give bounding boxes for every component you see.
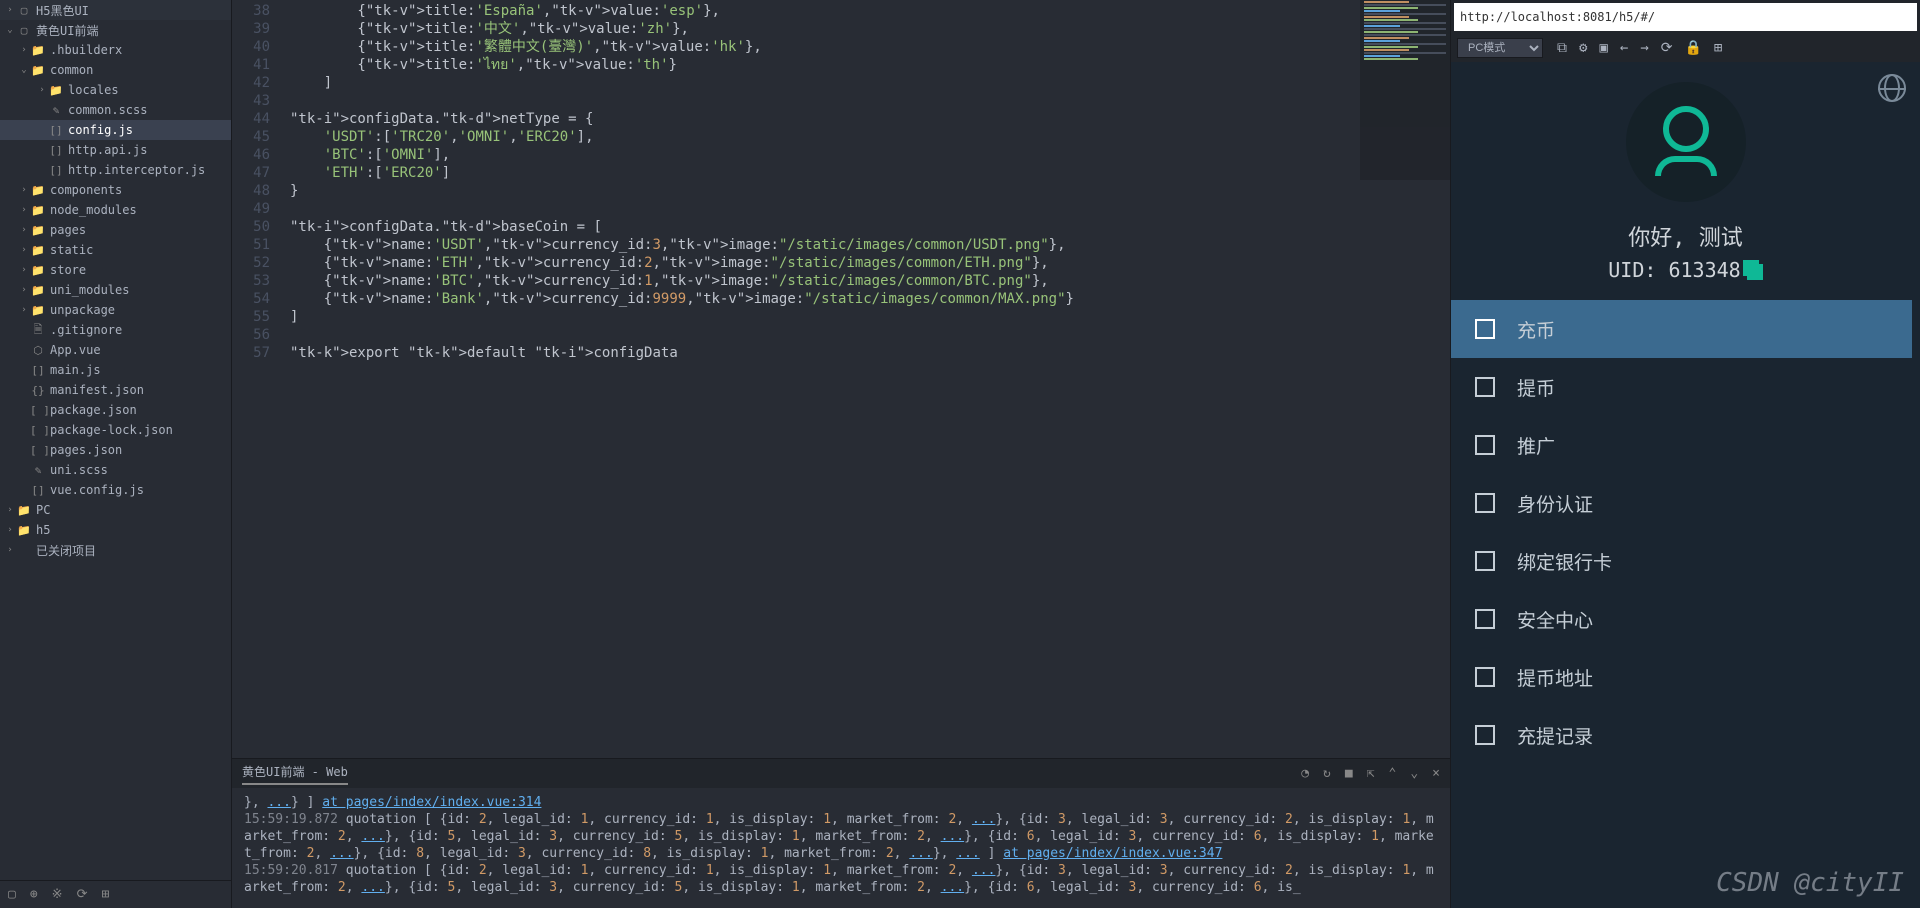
refresh-icon[interactable]: ⟳	[1661, 40, 1673, 56]
tree-item-http-api-js[interactable]: []http.api.js	[0, 140, 231, 160]
menu-item-充提记录[interactable]: 充提记录	[1451, 706, 1912, 764]
console-controls: ◔ ↻ ■ ⇱ ⌃ ⌄ ×	[1301, 766, 1440, 781]
lock-icon[interactable]: 🔒	[1684, 40, 1701, 56]
menu-icon	[1475, 667, 1495, 687]
console-btn-down[interactable]: ⌄	[1410, 766, 1418, 781]
file-explorer: ›▢H5黑色UI⌄▢黄色UI前端›📁.hbuilderx⌄📁common›📁lo…	[0, 0, 232, 908]
globe-icon[interactable]	[1878, 74, 1906, 102]
forward-icon[interactable]: →	[1640, 40, 1648, 56]
menu-item-充币[interactable]: 充币	[1451, 300, 1912, 358]
sidebar-footer: ▢ ⊕ ※ ⟳ ⊞	[0, 880, 231, 908]
menu-icon	[1475, 609, 1495, 629]
minimap[interactable]	[1360, 0, 1450, 180]
console-output[interactable]: }, ...} ] at pages/index/index.vue:31415…	[232, 788, 1450, 908]
tree-item------[interactable]: ›已关闭项目	[0, 540, 231, 560]
tree-item-h5[interactable]: ›📁h5	[0, 520, 231, 540]
tree-item-PC[interactable]: ›📁PC	[0, 500, 231, 520]
watermark: CSDN @cityII	[1716, 868, 1904, 898]
code-editor[interactable]: 3839404142434445464748495051525354555657…	[232, 0, 1450, 758]
console-btn-1[interactable]: ◔	[1301, 766, 1309, 781]
menu-icon	[1475, 377, 1495, 397]
tree-item-static[interactable]: ›📁static	[0, 240, 231, 260]
tree-item-pages-json[interactable]: [ ]pages.json	[0, 440, 231, 460]
tree-item-package-lock-json[interactable]: [ ]package-lock.json	[0, 420, 231, 440]
console-btn-2[interactable]: ↻	[1323, 766, 1331, 781]
console-btn-stop[interactable]: ■	[1345, 766, 1353, 781]
qr-icon[interactable]: ⊞	[1714, 40, 1722, 56]
code-content[interactable]: {"tk-v">title:'España',"tk-v">value:'esp…	[280, 0, 1450, 758]
tree-item-uni_modules[interactable]: ›📁uni_modules	[0, 280, 231, 300]
tree-item---UI--[interactable]: ⌄▢黄色UI前端	[0, 20, 231, 40]
sidebar-footer-icon[interactable]: ▢	[8, 887, 16, 902]
tree-item-manifest-json[interactable]: {}manifest.json	[0, 380, 231, 400]
tree-item-uni-scss[interactable]: ✎uni.scss	[0, 460, 231, 480]
menu-icon	[1475, 435, 1495, 455]
menu-item-提币[interactable]: 提币	[1451, 358, 1912, 416]
menu-item-安全中心[interactable]: 安全中心	[1451, 590, 1912, 648]
tree-item-store[interactable]: ›📁store	[0, 260, 231, 280]
tree-item-common-scss[interactable]: ✎common.scss	[0, 100, 231, 120]
avatar[interactable]	[1626, 82, 1746, 202]
tree-item-components[interactable]: ›📁components	[0, 180, 231, 200]
sidebar-footer-icon[interactable]: ※	[52, 887, 63, 902]
menu-item-推广[interactable]: 推广	[1451, 416, 1912, 474]
tree-item-locales[interactable]: ›📁locales	[0, 80, 231, 100]
menu-item-提币地址[interactable]: 提币地址	[1451, 648, 1912, 706]
sidebar-footer-icon[interactable]: ⟳	[77, 887, 88, 902]
tool-open-icon[interactable]: ⧉	[1557, 40, 1567, 56]
tree-item-vue-config-js[interactable]: []vue.config.js	[0, 480, 231, 500]
tree-item-package-json[interactable]: [ ]package.json	[0, 400, 231, 420]
menu-icon	[1475, 551, 1495, 571]
tree-item-http-interceptor-js[interactable]: []http.interceptor.js	[0, 160, 231, 180]
url-bar[interactable]: http://localhost:8081/h5/#/	[1454, 3, 1917, 31]
console-btn-close[interactable]: ×	[1432, 766, 1440, 781]
sidebar-footer-icon[interactable]: ⊞	[101, 887, 109, 902]
greeting-text: 你好, 测试	[1451, 220, 1920, 252]
console-title[interactable]: 黄色UI前端 - Web	[242, 763, 348, 785]
tree-item-config-js[interactable]: []config.js	[0, 120, 231, 140]
tree-item-node_modules[interactable]: ›📁node_modules	[0, 200, 231, 220]
app-preview[interactable]: 你好, 测试 UID: 613348 充币提币推广身份认证绑定银行卡安全中心提币…	[1451, 62, 1920, 908]
sidebar-footer-icon[interactable]: ⊕	[30, 887, 38, 902]
menu-icon	[1475, 725, 1495, 745]
copy-icon[interactable]	[1747, 264, 1763, 280]
tree-item-App-vue[interactable]: ⬡App.vue	[0, 340, 231, 360]
tool-screenshot-icon[interactable]: ▣	[1599, 40, 1607, 56]
console-btn-up[interactable]: ⌃	[1389, 766, 1397, 781]
tree-item-unpackage[interactable]: ›📁unpackage	[0, 300, 231, 320]
console-btn-4[interactable]: ⇱	[1367, 766, 1375, 781]
preview-panel: http://localhost:8081/h5/#/ PC模式 ⧉ ⚙ ▣ ←…	[1450, 0, 1920, 908]
menu-icon	[1475, 319, 1495, 339]
tree-item-main-js[interactable]: []main.js	[0, 360, 231, 380]
back-icon[interactable]: ←	[1620, 40, 1628, 56]
tree-item-H5--UI[interactable]: ›▢H5黑色UI	[0, 0, 231, 20]
menu-icon	[1475, 493, 1495, 513]
tree-item--gitignore[interactable]: 🗎.gitignore	[0, 320, 231, 340]
tree-item-common[interactable]: ⌄📁common	[0, 60, 231, 80]
uid-text: UID: 613348	[1451, 258, 1920, 282]
tree-item-pages[interactable]: ›📁pages	[0, 220, 231, 240]
menu-item-身份认证[interactable]: 身份认证	[1451, 474, 1912, 532]
console-tab-bar: 黄色UI前端 - Web ◔ ↻ ■ ⇱ ⌃ ⌄ ×	[232, 758, 1450, 788]
tool-gear-icon[interactable]: ⚙	[1579, 40, 1587, 56]
tree-item--hbuilderx[interactable]: ›📁.hbuilderx	[0, 40, 231, 60]
line-gutter: 3839404142434445464748495051525354555657	[232, 0, 280, 758]
mode-select[interactable]: PC模式	[1457, 38, 1543, 58]
preview-toolbar: PC模式 ⧉ ⚙ ▣ ← → ⟳ 🔒 ⊞	[1451, 34, 1920, 62]
menu-item-绑定银行卡[interactable]: 绑定银行卡	[1451, 532, 1912, 590]
